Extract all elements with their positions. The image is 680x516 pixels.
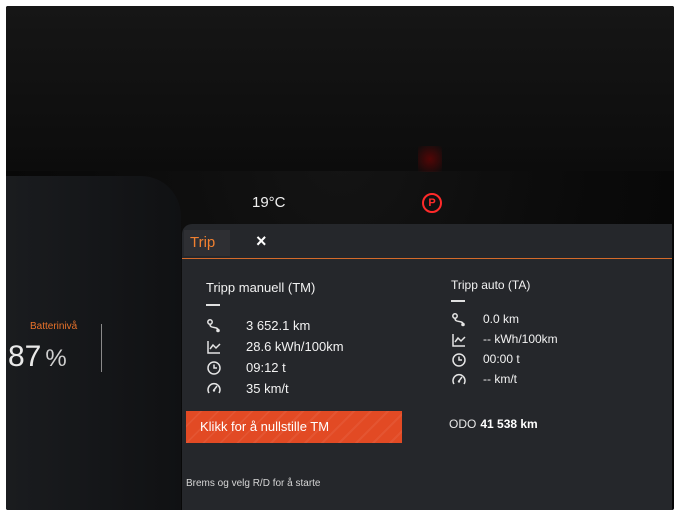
- battery-level-unit: %: [45, 345, 67, 372]
- reset-manual-trip-button[interactable]: Klikk for å nullstille TM: [186, 411, 402, 443]
- warning-light-glow: [418, 146, 442, 172]
- auto-time-row: 00:00 t: [451, 352, 651, 370]
- clock-icon: [451, 352, 467, 368]
- instrument-cluster: Batterinivå 87% 19°C P Trip × Tripp manu…: [6, 6, 674, 510]
- auto-consumption-value: -- kWh/100km: [483, 332, 558, 346]
- manual-speed-row: 35 km/t: [206, 381, 406, 399]
- auto-speed-value: -- km/t: [483, 372, 517, 386]
- close-icon[interactable]: ×: [256, 231, 267, 252]
- outside-temperature: 19°C: [252, 194, 286, 211]
- consumption-chart-icon: [206, 339, 222, 355]
- auto-distance-row: 0.0 km: [451, 312, 651, 330]
- clock-icon: [206, 360, 222, 376]
- manual-speed-value: 35 km/t: [246, 381, 289, 396]
- battery-label: Batterinivå: [30, 321, 78, 332]
- auto-distance-value: 0.0 km: [483, 312, 520, 326]
- manual-distance-value: 3 652.1 km: [246, 318, 311, 333]
- dashboard-bezel: [6, 6, 674, 171]
- manual-distance-row: 3 652.1 km: [206, 318, 406, 336]
- auto-trip-underline: [451, 300, 465, 302]
- odometer-label: ODO: [449, 417, 477, 431]
- manual-consumption-value: 28.6 kWh/100km: [246, 339, 344, 354]
- auto-speed-row: -- km/t: [451, 372, 651, 390]
- tab-trip[interactable]: Trip: [184, 230, 230, 256]
- consumption-chart-icon: [451, 332, 467, 348]
- start-hint: Brems og velg R/D for å starte: [186, 478, 321, 489]
- auto-trip-title: Tripp auto (TA): [451, 278, 531, 292]
- manual-trip-title: Tripp manuell (TM): [206, 280, 316, 295]
- distance-icon: [206, 318, 222, 334]
- distance-icon: [451, 312, 467, 328]
- manual-time-row: 09:12 t: [206, 360, 406, 378]
- manual-time-value: 09:12 t: [246, 360, 286, 375]
- auto-time-value: 00:00 t: [483, 352, 520, 366]
- trip-panel-header: Trip ×: [182, 224, 672, 259]
- parking-brake-icon: P: [422, 193, 442, 213]
- odometer-value: 41 538 km: [480, 417, 538, 431]
- battery-level: 87%: [8, 340, 67, 374]
- odometer: ODO 41 538 km: [449, 417, 538, 431]
- trip-panel: Trip × Tripp manuell (TM) 3 652.1 km 28.…: [182, 224, 672, 510]
- manual-trip-underline: [206, 304, 220, 306]
- speedometer-icon: [206, 381, 222, 397]
- battery-divider: [101, 324, 102, 372]
- auto-consumption-row: -- kWh/100km: [451, 332, 651, 350]
- manual-consumption-row: 28.6 kWh/100km: [206, 339, 406, 357]
- battery-level-value: 87: [8, 340, 42, 373]
- parking-brake-symbol: P: [428, 197, 436, 209]
- speedometer-icon: [451, 372, 467, 388]
